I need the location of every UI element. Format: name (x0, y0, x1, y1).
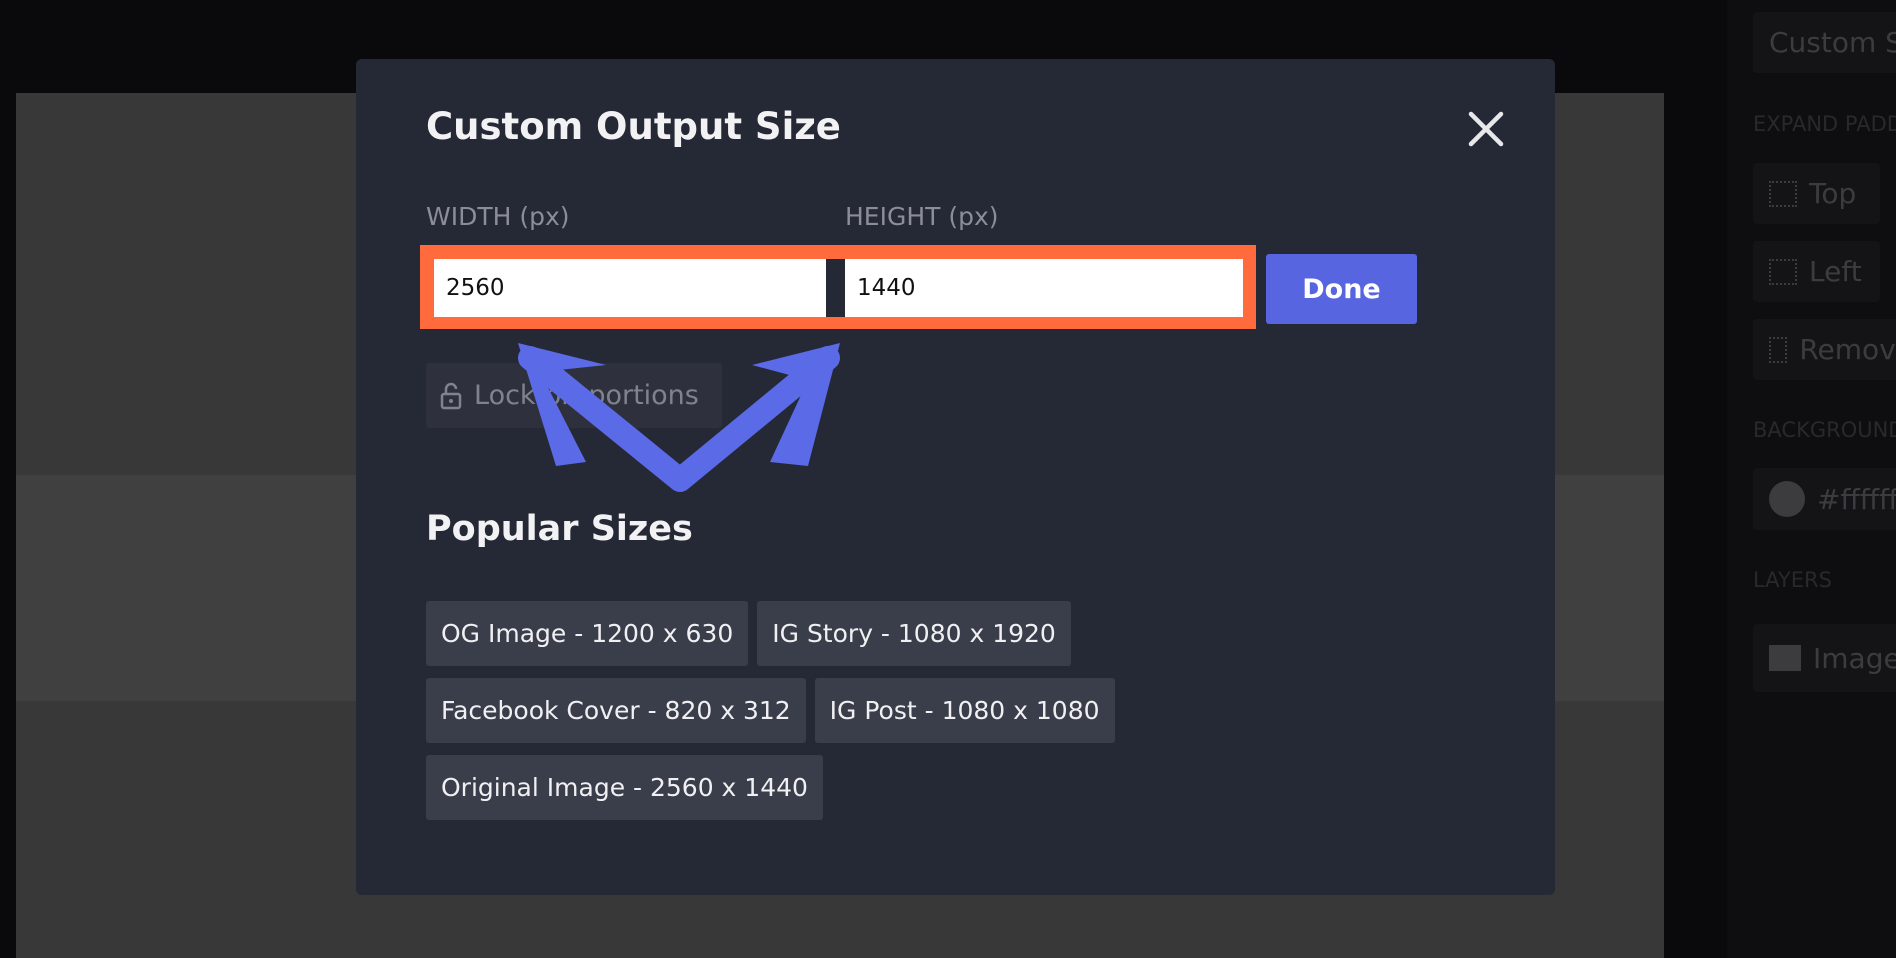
image-icon (1769, 645, 1801, 671)
background-label: BACKGROUND (1753, 418, 1896, 442)
size-chip-original-image[interactable]: Original Image - 2560 x 1440 (426, 755, 823, 820)
pad-top-button[interactable]: Top (1753, 163, 1880, 224)
dialog-title: Custom Output Size (426, 105, 841, 148)
lock-proportions-label: Lock proportions (474, 380, 699, 411)
unlock-icon (440, 382, 462, 409)
layer-image[interactable]: Image (1753, 624, 1896, 692)
lock-proportions-button[interactable]: Lock proportions (426, 363, 722, 428)
custom-output-size-dialog: Custom Output Size WIDTH (px) HEIGHT (px… (356, 59, 1555, 895)
height-label: HEIGHT (px) (845, 202, 999, 231)
done-button[interactable]: Done (1266, 254, 1417, 324)
color-swatch-icon (1769, 481, 1805, 517)
highlight-box (420, 245, 1256, 329)
layers-label: LAYERS (1753, 568, 1832, 592)
size-chip-ig-post[interactable]: IG Post - 1080 x 1080 (814, 678, 1115, 743)
input-divider (826, 259, 845, 317)
size-chip-og-image[interactable]: OG Image - 1200 x 630 (426, 601, 749, 666)
size-chip-ig-story[interactable]: IG Story - 1080 x 1920 (757, 601, 1071, 666)
width-label: WIDTH (px) (426, 202, 570, 231)
remove-label: Remove (1799, 333, 1896, 366)
size-chip-facebook-cover[interactable]: Facebook Cover - 820 x 312 (426, 678, 806, 743)
background-color-picker[interactable]: #ffffff (1753, 468, 1896, 530)
expand-padding-label: EXPAND PADDING (1753, 112, 1896, 136)
remove-padding-button[interactable]: Remove (1753, 319, 1896, 380)
pad-left-button[interactable]: Left (1753, 241, 1880, 302)
sidebar: Custom Size EXPAND PADDING Top Left Remo… (1727, 0, 1896, 958)
layer-image-label: Image (1813, 641, 1896, 675)
pad-left-label: Left (1809, 255, 1862, 288)
popular-sizes-list: OG Image - 1200 x 630 IG Story - 1080 x … (426, 601, 1146, 820)
popular-sizes-title: Popular Sizes (426, 509, 693, 549)
padding-top-icon (1769, 180, 1797, 207)
custom-size-label: Custom Size (1769, 26, 1896, 59)
pad-top-label: Top (1809, 177, 1857, 210)
padding-left-icon (1769, 258, 1797, 285)
height-input[interactable] (845, 259, 1243, 317)
custom-size-button[interactable]: Custom Size (1753, 12, 1896, 73)
padding-remove-icon (1769, 336, 1788, 363)
background-color-value: #ffffff (1817, 482, 1896, 516)
width-input[interactable] (434, 259, 826, 317)
close-icon[interactable] (1466, 109, 1506, 149)
